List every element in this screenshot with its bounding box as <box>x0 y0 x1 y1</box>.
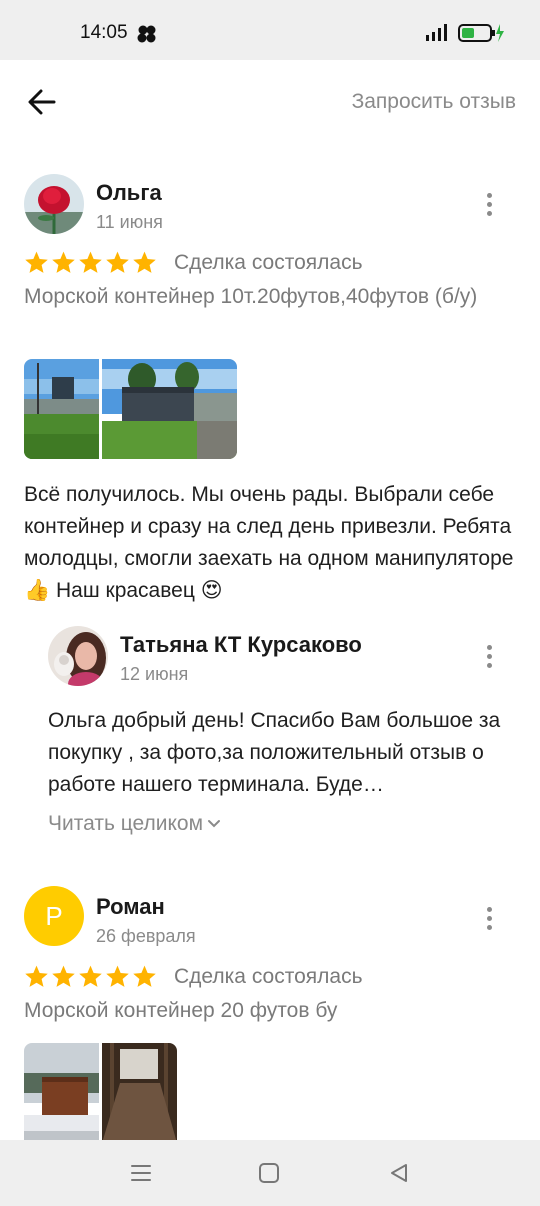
reply-date: 12 июня <box>120 664 189 684</box>
avatar <box>24 174 84 234</box>
star-icon <box>106 251 129 273</box>
review-date: 11 июня <box>96 212 163 232</box>
menu-button[interactable] <box>126 1160 156 1186</box>
request-review-link[interactable]: Запросить отзыв <box>352 90 516 114</box>
status-time: 14:05 <box>80 22 128 43</box>
rose-avatar-image <box>24 174 84 234</box>
triangle-back-icon <box>391 1164 407 1182</box>
notification-dots-icon <box>137 25 156 43</box>
rating-stars <box>24 964 157 989</box>
home-button[interactable] <box>254 1160 284 1186</box>
star-icon <box>133 251 156 273</box>
product-name: Морской контейнер 20 футов бу <box>24 999 338 1022</box>
reply-more-options-button[interactable] <box>474 636 504 676</box>
chevron-down-icon <box>208 820 221 828</box>
more-options-button[interactable] <box>474 898 504 938</box>
deal-status: Сделка состоялась <box>174 251 363 274</box>
read-more-link[interactable]: Читать целиком <box>48 812 221 836</box>
signal-icon <box>426 24 447 41</box>
star-icon <box>52 251 75 273</box>
read-more-label: Читать целиком <box>48 812 204 835</box>
star-icon <box>106 965 129 987</box>
review-card: Р Роман 26 февраля Сделка состоялась Мор… <box>0 884 540 1143</box>
star-icon <box>79 251 102 273</box>
rating-stars <box>24 250 157 275</box>
avatar-letter: Р <box>45 900 63 931</box>
star-icon <box>25 965 48 987</box>
review-photos <box>24 359 237 459</box>
review-photo[interactable] <box>102 359 237 459</box>
review-photos <box>24 1043 177 1143</box>
status-bar: 14:05 <box>0 0 540 60</box>
avatar: Р <box>24 886 84 946</box>
battery-icon <box>458 24 504 42</box>
review-text: Всё получилось. Мы очень рады. Выбрали с… <box>24 483 514 602</box>
back-button[interactable] <box>22 82 62 122</box>
review-photo[interactable] <box>102 1043 177 1143</box>
star-icon <box>25 251 48 273</box>
review-photo[interactable] <box>24 359 99 459</box>
system-nav-bar <box>0 1140 540 1206</box>
product-name: Морской контейнер 10т.20футов,40футов (б… <box>24 285 478 308</box>
status-icons <box>424 22 504 44</box>
home-square-icon <box>259 1163 279 1183</box>
more-options-button[interactable] <box>474 184 504 224</box>
arrow-back-icon <box>28 89 56 115</box>
star-icon <box>79 965 102 987</box>
deal-status: Сделка состоялась <box>174 965 363 988</box>
review-photo[interactable] <box>24 1043 99 1143</box>
top-bar: Запросить отзыв <box>0 60 540 150</box>
review-author: Ольга <box>96 180 162 205</box>
seller-avatar-image <box>48 626 108 686</box>
star-icon <box>133 965 156 987</box>
reply-avatar <box>48 626 108 686</box>
review-author: Роман <box>96 894 165 919</box>
reply-author: Татьяна КТ Курсаково <box>120 632 362 657</box>
reply-text: Ольга добрый день! Спасибо Вам большое з… <box>48 709 501 796</box>
back-nav-button[interactable] <box>384 1160 414 1186</box>
menu-icon <box>131 1165 151 1181</box>
review-date: 26 февраля <box>96 926 196 946</box>
star-icon <box>52 965 75 987</box>
review-card: Ольга 11 июня Сделка состоялась Морской … <box>0 170 540 850</box>
